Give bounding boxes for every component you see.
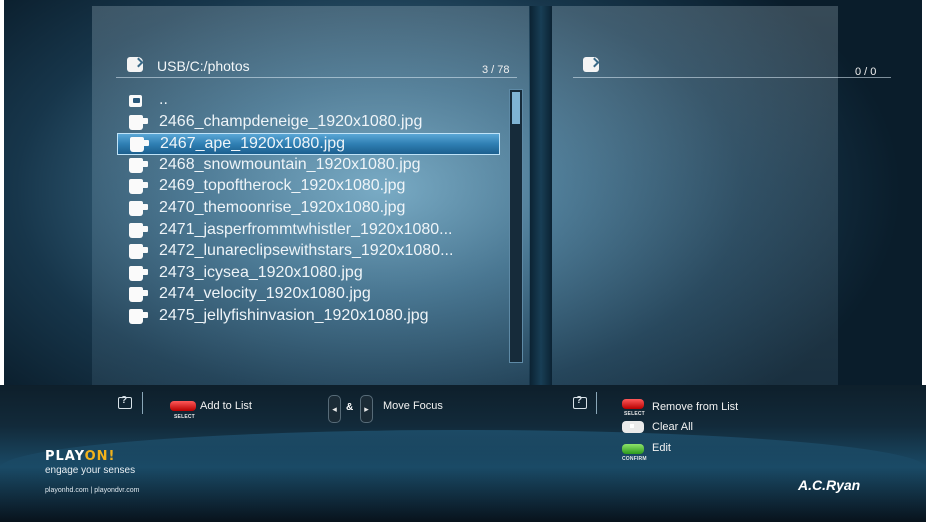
- file-row[interactable]: 2469_topoftherock_1920x1080.jpg: [117, 176, 500, 198]
- file-row[interactable]: 2471_jasperfrommtwhistler_1920x1080...: [117, 220, 500, 242]
- file-name: 2470_themoonrise_1920x1080.jpg: [159, 199, 406, 216]
- photo-file-icon: [129, 287, 148, 303]
- media-player-screen: USB/C:/photos 3 / 78 0 / 0 .. 2466_champd…: [0, 0, 926, 522]
- file-name: 2467_ape_1920x1080.jpg: [160, 135, 346, 153]
- select-key-caption: SELECT: [174, 414, 195, 420]
- legend-separator: [142, 392, 143, 414]
- panel-divider: [530, 6, 552, 388]
- scrollbar-thumb[interactable]: [512, 92, 520, 124]
- file-count: 3 / 78: [482, 64, 510, 76]
- green-key-icon: [622, 444, 644, 454]
- left-header-divider: [116, 77, 517, 78]
- current-path: USB/C:/photos: [157, 58, 250, 74]
- remove-from-list-label: Remove from List: [652, 401, 739, 413]
- photo-file-icon: [129, 244, 148, 260]
- right-header-divider: [573, 77, 891, 78]
- file-row[interactable]: 2475_jellyfishinvasion_1920x1080.jpg: [117, 306, 500, 328]
- red-key-icon-right: [622, 399, 644, 409]
- file-name: 2468_snowmountain_1920x1080.jpg: [159, 155, 421, 173]
- file-name: 2475_jellyfishinvasion_1920x1080.jpg: [159, 307, 429, 324]
- acryan-brand: A.C.Ryan: [798, 477, 861, 493]
- file-name: 2473_icysea_1920x1080.jpg: [159, 263, 363, 281]
- help-icon-right: [573, 395, 587, 409]
- file-row[interactable]: 2466_champdeneige_1920x1080.jpg: [117, 112, 500, 134]
- website-text: playonhd.com | playondvr.com: [45, 487, 140, 494]
- legend-separator-right: [596, 392, 597, 414]
- white-key-icon: [622, 421, 644, 433]
- file-row[interactable]: 2470_themoonrise_1920x1080.jpg: [117, 198, 500, 220]
- help-icon: [118, 395, 132, 409]
- file-row[interactable]: 2473_icysea_1920x1080.jpg: [117, 263, 500, 285]
- clear-all-label: Clear All: [652, 421, 693, 433]
- file-name: 2469_topoftherock_1920x1080.jpg: [159, 177, 406, 195]
- photo-file-icon: [129, 114, 148, 130]
- file-name: 2466_champdeneige_1920x1080.jpg: [159, 112, 423, 130]
- left-arrow-key-icon: ◂: [328, 395, 341, 423]
- photo-file-icon: [130, 137, 149, 153]
- photo-file-icon: [129, 179, 148, 195]
- move-focus-label: Move Focus: [383, 400, 443, 412]
- confirm-key-caption: CONFIRM: [622, 456, 647, 462]
- ampersand: &: [346, 402, 354, 413]
- photo-file-icon: [129, 265, 148, 281]
- file-list-scrollbar[interactable]: [509, 89, 523, 363]
- photo-file-icon: [129, 201, 148, 216]
- add-to-list-label: Add to List: [200, 400, 252, 412]
- file-row[interactable]: 2467_ape_1920x1080.jpg: [117, 133, 500, 156]
- photo-folder-icon: [127, 57, 143, 72]
- folder-up-icon: [129, 95, 142, 107]
- file-row[interactable]: 2472_lunareclipsewithstars_1920x1080...: [117, 241, 500, 263]
- file-row[interactable]: 2474_velocity_1920x1080.jpg: [117, 284, 500, 306]
- edit-label: Edit: [652, 442, 671, 454]
- playon-logo: PLAYON!: [45, 449, 116, 464]
- photo-file-icon: [129, 222, 148, 238]
- file-name: ..: [159, 91, 168, 108]
- logo-tagline: engage your senses: [45, 465, 136, 476]
- file-name: 2474_velocity_1920x1080.jpg: [159, 285, 371, 303]
- parent-folder-row[interactable]: ..: [117, 90, 500, 112]
- file-name: 2472_lunareclipsewithstars_1920x1080...: [159, 242, 454, 260]
- photo-file-icon: [129, 157, 148, 173]
- file-row[interactable]: 2468_snowmountain_1920x1080.jpg: [117, 155, 500, 177]
- select-key-caption-right: SELECT: [624, 411, 645, 417]
- file-name: 2471_jasperfrommtwhistler_1920x1080...: [159, 220, 453, 238]
- photo-file-icon: [129, 309, 148, 324]
- red-key-icon: [170, 401, 196, 411]
- playlist-icon: [583, 57, 599, 72]
- right-arrow-key-icon: ▸: [360, 395, 373, 423]
